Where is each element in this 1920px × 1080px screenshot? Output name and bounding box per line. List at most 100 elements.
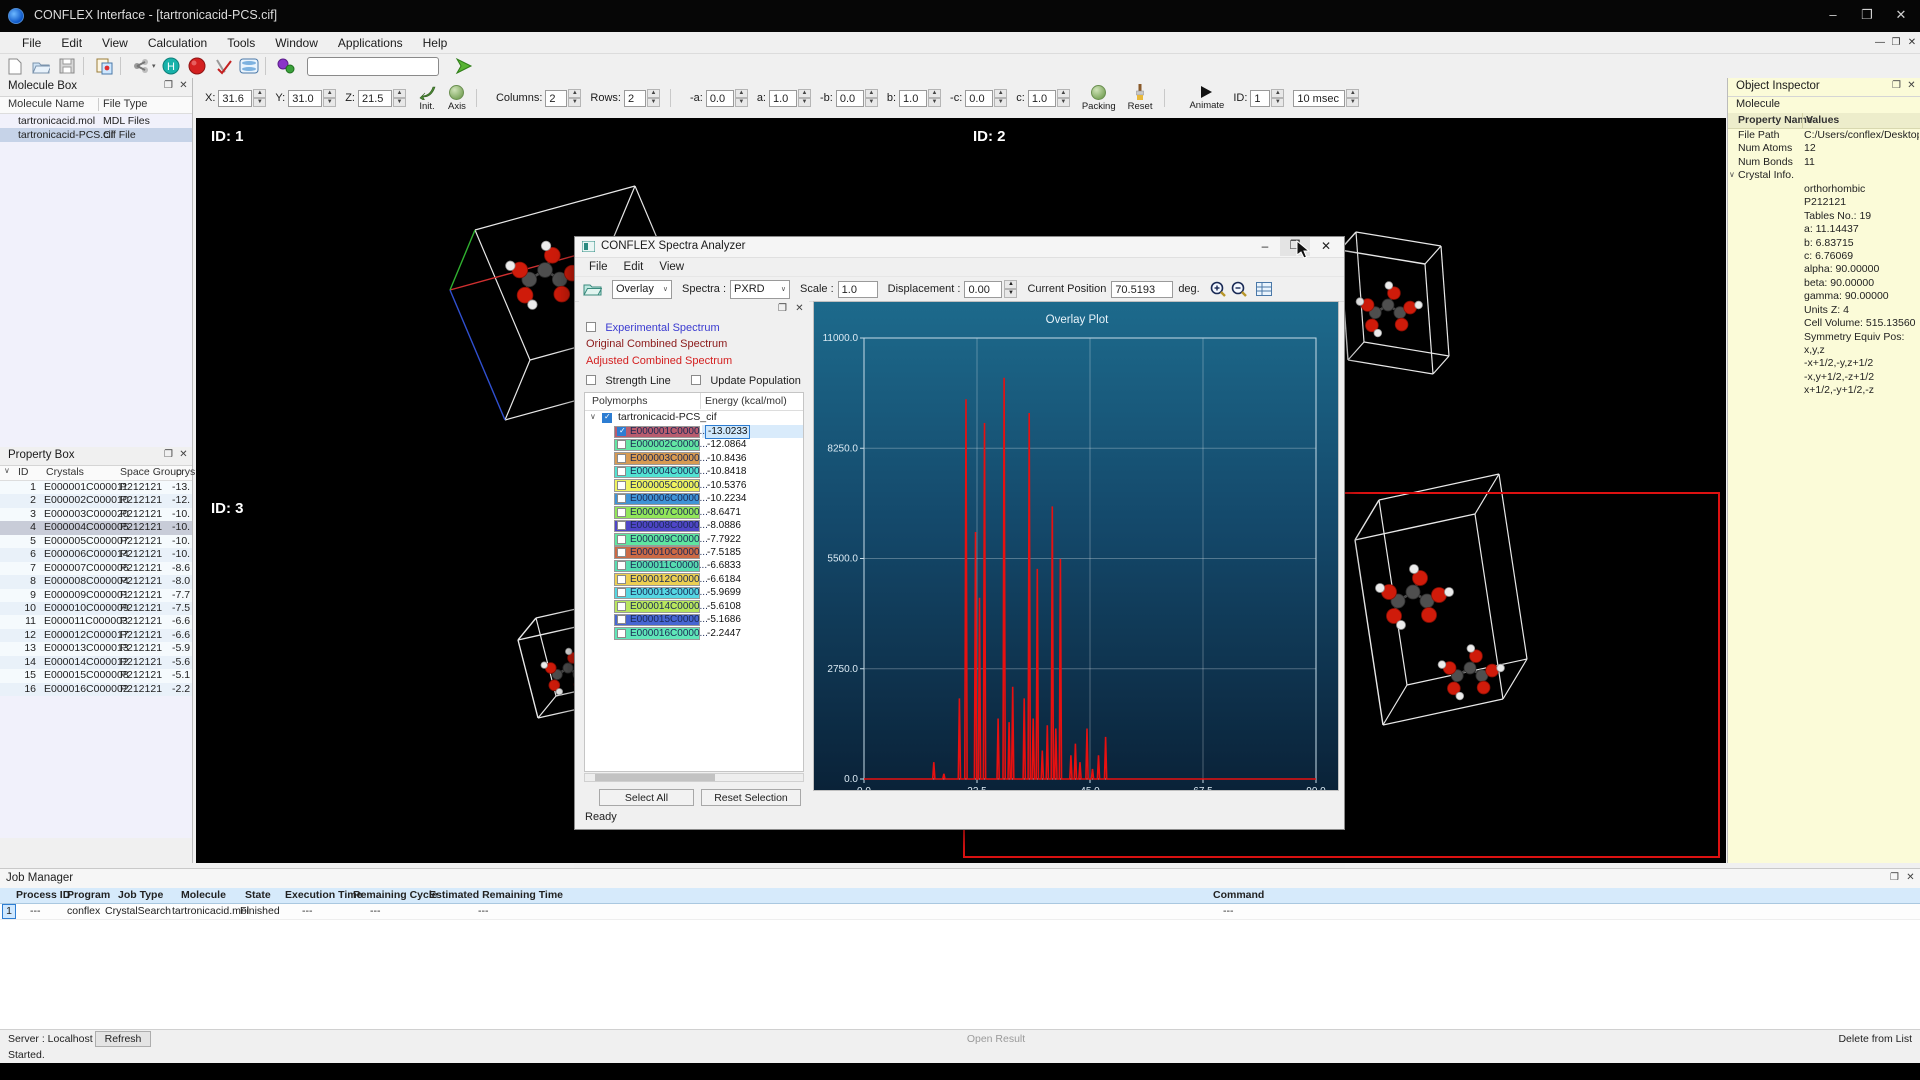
cell-stepper-arrows[interactable]: ▲▼ bbox=[994, 89, 1007, 107]
build-molecule-dropdown-icon[interactable]: ▾ bbox=[152, 62, 156, 70]
polymorph-checkbox[interactable] bbox=[617, 467, 626, 476]
property-table-row[interactable]: 8E000008C000004P212121-8.0 bbox=[0, 575, 192, 588]
update-population-checkbox[interactable] bbox=[691, 375, 701, 385]
job-row[interactable]: 1---conflexCrystalSearchtartronicacid.mo… bbox=[0, 904, 1920, 920]
polymorph-row[interactable]: E000013C0000...-5.9699 bbox=[585, 586, 803, 599]
overlay-select[interactable]: Overlay∨ bbox=[612, 280, 672, 299]
rotate-z-stepper[interactable]: Z: 21.5 ▲▼ bbox=[345, 89, 406, 107]
inspector-row[interactable]: P212121 bbox=[1728, 196, 1920, 209]
cell-stepper-value[interactable]: 1.0 bbox=[899, 90, 927, 107]
property-table-row[interactable]: 13E000013C000013P212121-5.9 bbox=[0, 642, 192, 655]
cell-stepper-arrows[interactable]: ▲▼ bbox=[928, 89, 941, 107]
polymorph-checkbox[interactable] bbox=[617, 481, 626, 490]
scale-input[interactable]: 1.0 bbox=[838, 281, 878, 298]
inspector-row[interactable]: -x+1/2,-y,z+1/2 bbox=[1728, 357, 1920, 370]
reset-selection-button[interactable]: Reset Selection bbox=[701, 789, 801, 806]
col-crys[interactable]: crys bbox=[176, 466, 195, 478]
horizontal-scrollbar[interactable] bbox=[584, 773, 804, 782]
col-values[interactable]: Values bbox=[1806, 114, 1839, 126]
job-col-estimated-remaining-time[interactable]: Estimated Remaining Time bbox=[429, 888, 563, 903]
copy-image-icon[interactable] bbox=[93, 56, 115, 76]
zoom-in-icon[interactable] bbox=[1210, 281, 1227, 298]
inspector-row[interactable]: Tables No.: 19 bbox=[1728, 210, 1920, 223]
add-hydrogen-icon[interactable]: H bbox=[160, 56, 182, 76]
cell-stepper-b[interactable]: b:1.0▲▼ bbox=[887, 89, 941, 107]
polymorph-checkbox[interactable] bbox=[617, 602, 626, 611]
menu-help[interactable]: Help bbox=[413, 36, 458, 50]
polymorph-row[interactable]: E000008C0000...-8.0886 bbox=[585, 519, 803, 532]
menu-view[interactable]: View bbox=[92, 36, 138, 50]
polymorph-energy[interactable]: -10.8418 bbox=[707, 465, 746, 479]
polymorph-checkbox[interactable] bbox=[617, 535, 626, 544]
spectra-close-button[interactable]: ✕ bbox=[1310, 237, 1342, 256]
property-table-row[interactable]: 16E000016C000002P212121-2.2 bbox=[0, 683, 192, 696]
polymorph-checkbox[interactable] bbox=[617, 427, 626, 436]
polymorph-row[interactable]: E000012C0000...-6.6184 bbox=[585, 573, 803, 586]
inspector-row[interactable]: b: 6.83715 bbox=[1728, 237, 1920, 250]
polymorph-row[interactable]: E000015C0000...-5.1686 bbox=[585, 613, 803, 626]
columns-stepper[interactable]: Columns: 2 ▲▼ bbox=[496, 89, 581, 107]
rows-value[interactable]: 2 bbox=[624, 90, 646, 107]
col-energy[interactable]: Energy (kcal/mol) bbox=[705, 395, 803, 407]
property-table-row[interactable]: 10E000010C000009P212121-7.5 bbox=[0, 602, 192, 615]
collapse-icon[interactable]: ∨ bbox=[4, 466, 10, 475]
server-select[interactable]: Server : Localhost ∨ bbox=[8, 1033, 101, 1045]
spectra-menu-edit[interactable]: Edit bbox=[616, 261, 652, 273]
polymorph-energy[interactable]: -10.5376 bbox=[707, 479, 746, 493]
tree-root-row[interactable]: ∨ tartronicacid-PCS_cif bbox=[585, 411, 803, 425]
x-spinner-arrows[interactable]: ▲▼ bbox=[253, 89, 266, 107]
property-table-row[interactable]: 14E000014C000012P212121-5.6 bbox=[0, 656, 192, 669]
polymorph-row[interactable]: E000009C0000...-7.7922 bbox=[585, 533, 803, 546]
polymorph-energy[interactable]: -12.0864 bbox=[707, 438, 746, 452]
job-col-command[interactable]: Command bbox=[1213, 888, 1264, 903]
y-spinner-arrows[interactable]: ▲▼ bbox=[323, 89, 336, 107]
polymorph-energy[interactable]: -5.6108 bbox=[707, 600, 741, 614]
cell-stepper-value[interactable]: 0.0 bbox=[836, 90, 864, 107]
packing-button[interactable]: Packing bbox=[1082, 85, 1116, 112]
polymorph-row[interactable]: E000003C0000...-10.8436 bbox=[585, 452, 803, 465]
columns-value[interactable]: 2 bbox=[545, 90, 567, 107]
displacement-spinner[interactable]: ▲▼ bbox=[1004, 280, 1017, 298]
inspector-row[interactable]: Num Bonds11 bbox=[1728, 156, 1920, 169]
mdi-minimize-icon[interactable]: — bbox=[1872, 35, 1888, 51]
inspector-row[interactable]: -x,y+1/2,-z+1/2 bbox=[1728, 371, 1920, 384]
polymorph-checkbox[interactable] bbox=[617, 440, 626, 449]
job-col-process-id[interactable]: Process ID bbox=[16, 888, 70, 903]
polymorph-row[interactable]: E000011C0000...-6.6833 bbox=[585, 559, 803, 572]
col-space-group[interactable]: Space Group bbox=[120, 466, 182, 478]
float-panel-icon[interactable]: ❐ bbox=[162, 449, 175, 460]
job-col-job-type[interactable]: Job Type bbox=[118, 888, 163, 903]
delete-from-list-button[interactable]: Delete from List bbox=[1838, 1033, 1912, 1045]
z-spinner-arrows[interactable]: ▲▼ bbox=[393, 89, 406, 107]
cell-stepper-c[interactable]: c:1.0▲▼ bbox=[1016, 89, 1070, 107]
polymorph-energy[interactable]: -5.1686 bbox=[707, 613, 741, 627]
open-file-icon[interactable] bbox=[30, 56, 52, 76]
menu-window[interactable]: Window bbox=[265, 36, 328, 50]
polymorph-energy[interactable]: -6.6833 bbox=[707, 559, 741, 573]
polymorph-energy[interactable]: -10.8436 bbox=[707, 452, 746, 466]
polymorph-row[interactable]: E000010C0000...-7.5185 bbox=[585, 546, 803, 559]
menu-edit[interactable]: Edit bbox=[51, 36, 92, 50]
float-panel-icon[interactable]: ❐ bbox=[776, 303, 789, 314]
menu-tools[interactable]: Tools bbox=[217, 36, 265, 50]
job-col-execution-time[interactable]: Execution Time bbox=[285, 888, 362, 903]
maximize-button[interactable]: ❐ bbox=[1852, 2, 1882, 28]
cell-stepper-value[interactable]: 1.0 bbox=[1028, 90, 1056, 107]
col-polymorphs[interactable]: Polymorphs bbox=[592, 395, 647, 407]
animate-id-spinner-arrows[interactable]: ▲▼ bbox=[1271, 89, 1284, 107]
inspector-row[interactable]: Num Atoms12 bbox=[1728, 142, 1920, 155]
open-spectrum-icon[interactable] bbox=[583, 282, 602, 296]
refresh-button[interactable]: Refresh bbox=[95, 1031, 151, 1047]
stop-icon[interactable] bbox=[186, 56, 208, 76]
job-col-program[interactable]: Program bbox=[67, 888, 110, 903]
spectra-minimize-button[interactable]: – bbox=[1250, 237, 1280, 256]
cell-stepper-arrows[interactable]: ▲▼ bbox=[735, 89, 748, 107]
y-value[interactable]: 31.0 bbox=[288, 90, 322, 107]
animate-button[interactable]: Animate bbox=[1189, 85, 1224, 111]
new-file-icon[interactable] bbox=[4, 56, 26, 76]
job-col-molecule[interactable]: Molecule bbox=[181, 888, 226, 903]
property-table-row[interactable]: 11E000011C000003P212121-6.6 bbox=[0, 615, 192, 628]
col-molecule-name[interactable]: Molecule Name bbox=[8, 98, 84, 110]
cell-stepper--c[interactable]: -c:0.0▲▼ bbox=[950, 89, 1007, 107]
cell-stepper-value[interactable]: 0.0 bbox=[706, 90, 734, 107]
